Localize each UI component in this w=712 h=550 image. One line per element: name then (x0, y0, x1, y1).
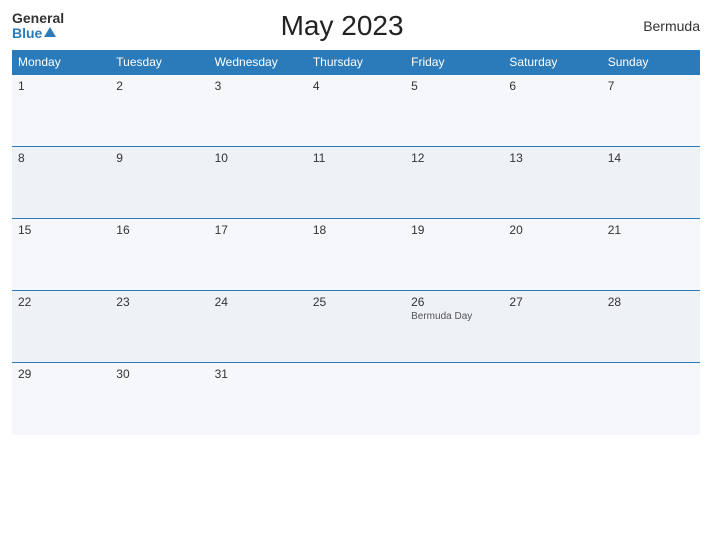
calendar-day-cell: 2 (110, 75, 208, 147)
calendar-day-cell: 15 (12, 219, 110, 291)
day-number: 28 (608, 295, 694, 309)
logo-blue-text: Blue (12, 26, 42, 41)
weekday-header-monday: Monday (12, 50, 110, 75)
calendar-day-cell: 21 (602, 219, 700, 291)
day-number: 16 (116, 223, 202, 237)
calendar-day-cell: 8 (12, 147, 110, 219)
logo-triangle-icon (44, 27, 56, 37)
weekday-header-tuesday: Tuesday (110, 50, 208, 75)
calendar-day-cell: 13 (503, 147, 601, 219)
day-number: 27 (509, 295, 595, 309)
weekday-header-saturday: Saturday (503, 50, 601, 75)
calendar-day-cell: 6 (503, 75, 601, 147)
holiday-label: Bermuda Day (411, 311, 497, 322)
weekday-header-sunday: Sunday (602, 50, 700, 75)
weekday-header-friday: Friday (405, 50, 503, 75)
calendar-week-row: 15 16 17 18 19 20 21 (12, 219, 700, 291)
day-number: 21 (608, 223, 694, 237)
calendar-day-cell: 10 (209, 147, 307, 219)
calendar-week-row: 1234567 (12, 75, 700, 147)
day-number: 23 (116, 295, 202, 309)
calendar-title: May 2023 (64, 10, 620, 42)
calendar-week-row: 29 30 31 (12, 363, 700, 435)
calendar-day-cell: 16 (110, 219, 208, 291)
logo: General Blue (12, 11, 64, 42)
day-number: 20 (509, 223, 595, 237)
day-number: 4 (313, 79, 399, 93)
day-number: 1 (18, 79, 104, 93)
calendar-day-cell: 26 Bermuda Day (405, 291, 503, 363)
calendar-table: MondayTuesdayWednesdayThursdayFridaySatu… (12, 50, 700, 435)
day-number: 24 (215, 295, 301, 309)
calendar-day-cell: 28 (602, 291, 700, 363)
weekday-header-row: MondayTuesdayWednesdayThursdayFridaySatu… (12, 50, 700, 75)
calendar-day-cell: 23 (110, 291, 208, 363)
calendar-day-cell: 4 (307, 75, 405, 147)
calendar-day-cell: 7 (602, 75, 700, 147)
day-number: 10 (215, 151, 301, 165)
calendar-day-cell (503, 363, 601, 435)
day-number: 31 (215, 367, 301, 381)
day-number: 12 (411, 151, 497, 165)
day-number: 7 (608, 79, 694, 93)
logo-blue-row: Blue (12, 26, 56, 41)
day-number: 26 (411, 295, 497, 309)
calendar-day-cell: 30 (110, 363, 208, 435)
day-number: 8 (18, 151, 104, 165)
calendar-container: General Blue May 2023 Bermuda MondayTues… (0, 0, 712, 550)
calendar-day-cell: 25 (307, 291, 405, 363)
calendar-day-cell (602, 363, 700, 435)
weekday-header-thursday: Thursday (307, 50, 405, 75)
day-number: 19 (411, 223, 497, 237)
day-number: 30 (116, 367, 202, 381)
logo-general-text: General (12, 11, 64, 26)
calendar-week-row: 22 23 24 25 26 Bermuda Day 27 28 (12, 291, 700, 363)
day-number: 25 (313, 295, 399, 309)
day-number: 6 (509, 79, 595, 93)
calendar-week-row: 89 10 11 12 13 14 (12, 147, 700, 219)
day-number: 13 (509, 151, 595, 165)
day-number: 18 (313, 223, 399, 237)
calendar-day-cell: 27 (503, 291, 601, 363)
calendar-day-cell: 31 (209, 363, 307, 435)
calendar-day-cell: 20 (503, 219, 601, 291)
calendar-day-cell: 18 (307, 219, 405, 291)
calendar-day-cell: 17 (209, 219, 307, 291)
day-number: 29 (18, 367, 104, 381)
weekday-header-wednesday: Wednesday (209, 50, 307, 75)
region-label: Bermuda (620, 18, 700, 34)
calendar-day-cell: 11 (307, 147, 405, 219)
calendar-day-cell (405, 363, 503, 435)
calendar-day-cell: 24 (209, 291, 307, 363)
day-number: 2 (116, 79, 202, 93)
calendar-header: General Blue May 2023 Bermuda (12, 10, 700, 42)
calendar-day-cell: 3 (209, 75, 307, 147)
day-number: 17 (215, 223, 301, 237)
day-number: 15 (18, 223, 104, 237)
calendar-day-cell: 29 (12, 363, 110, 435)
day-number: 3 (215, 79, 301, 93)
calendar-day-cell: 14 (602, 147, 700, 219)
calendar-day-cell: 19 (405, 219, 503, 291)
calendar-day-cell: 1 (12, 75, 110, 147)
day-number: 9 (116, 151, 202, 165)
calendar-day-cell: 5 (405, 75, 503, 147)
day-number: 14 (608, 151, 694, 165)
calendar-day-cell: 12 (405, 147, 503, 219)
calendar-day-cell: 22 (12, 291, 110, 363)
day-number: 5 (411, 79, 497, 93)
calendar-day-cell: 9 (110, 147, 208, 219)
calendar-day-cell (307, 363, 405, 435)
day-number: 11 (313, 151, 399, 165)
day-number: 22 (18, 295, 104, 309)
